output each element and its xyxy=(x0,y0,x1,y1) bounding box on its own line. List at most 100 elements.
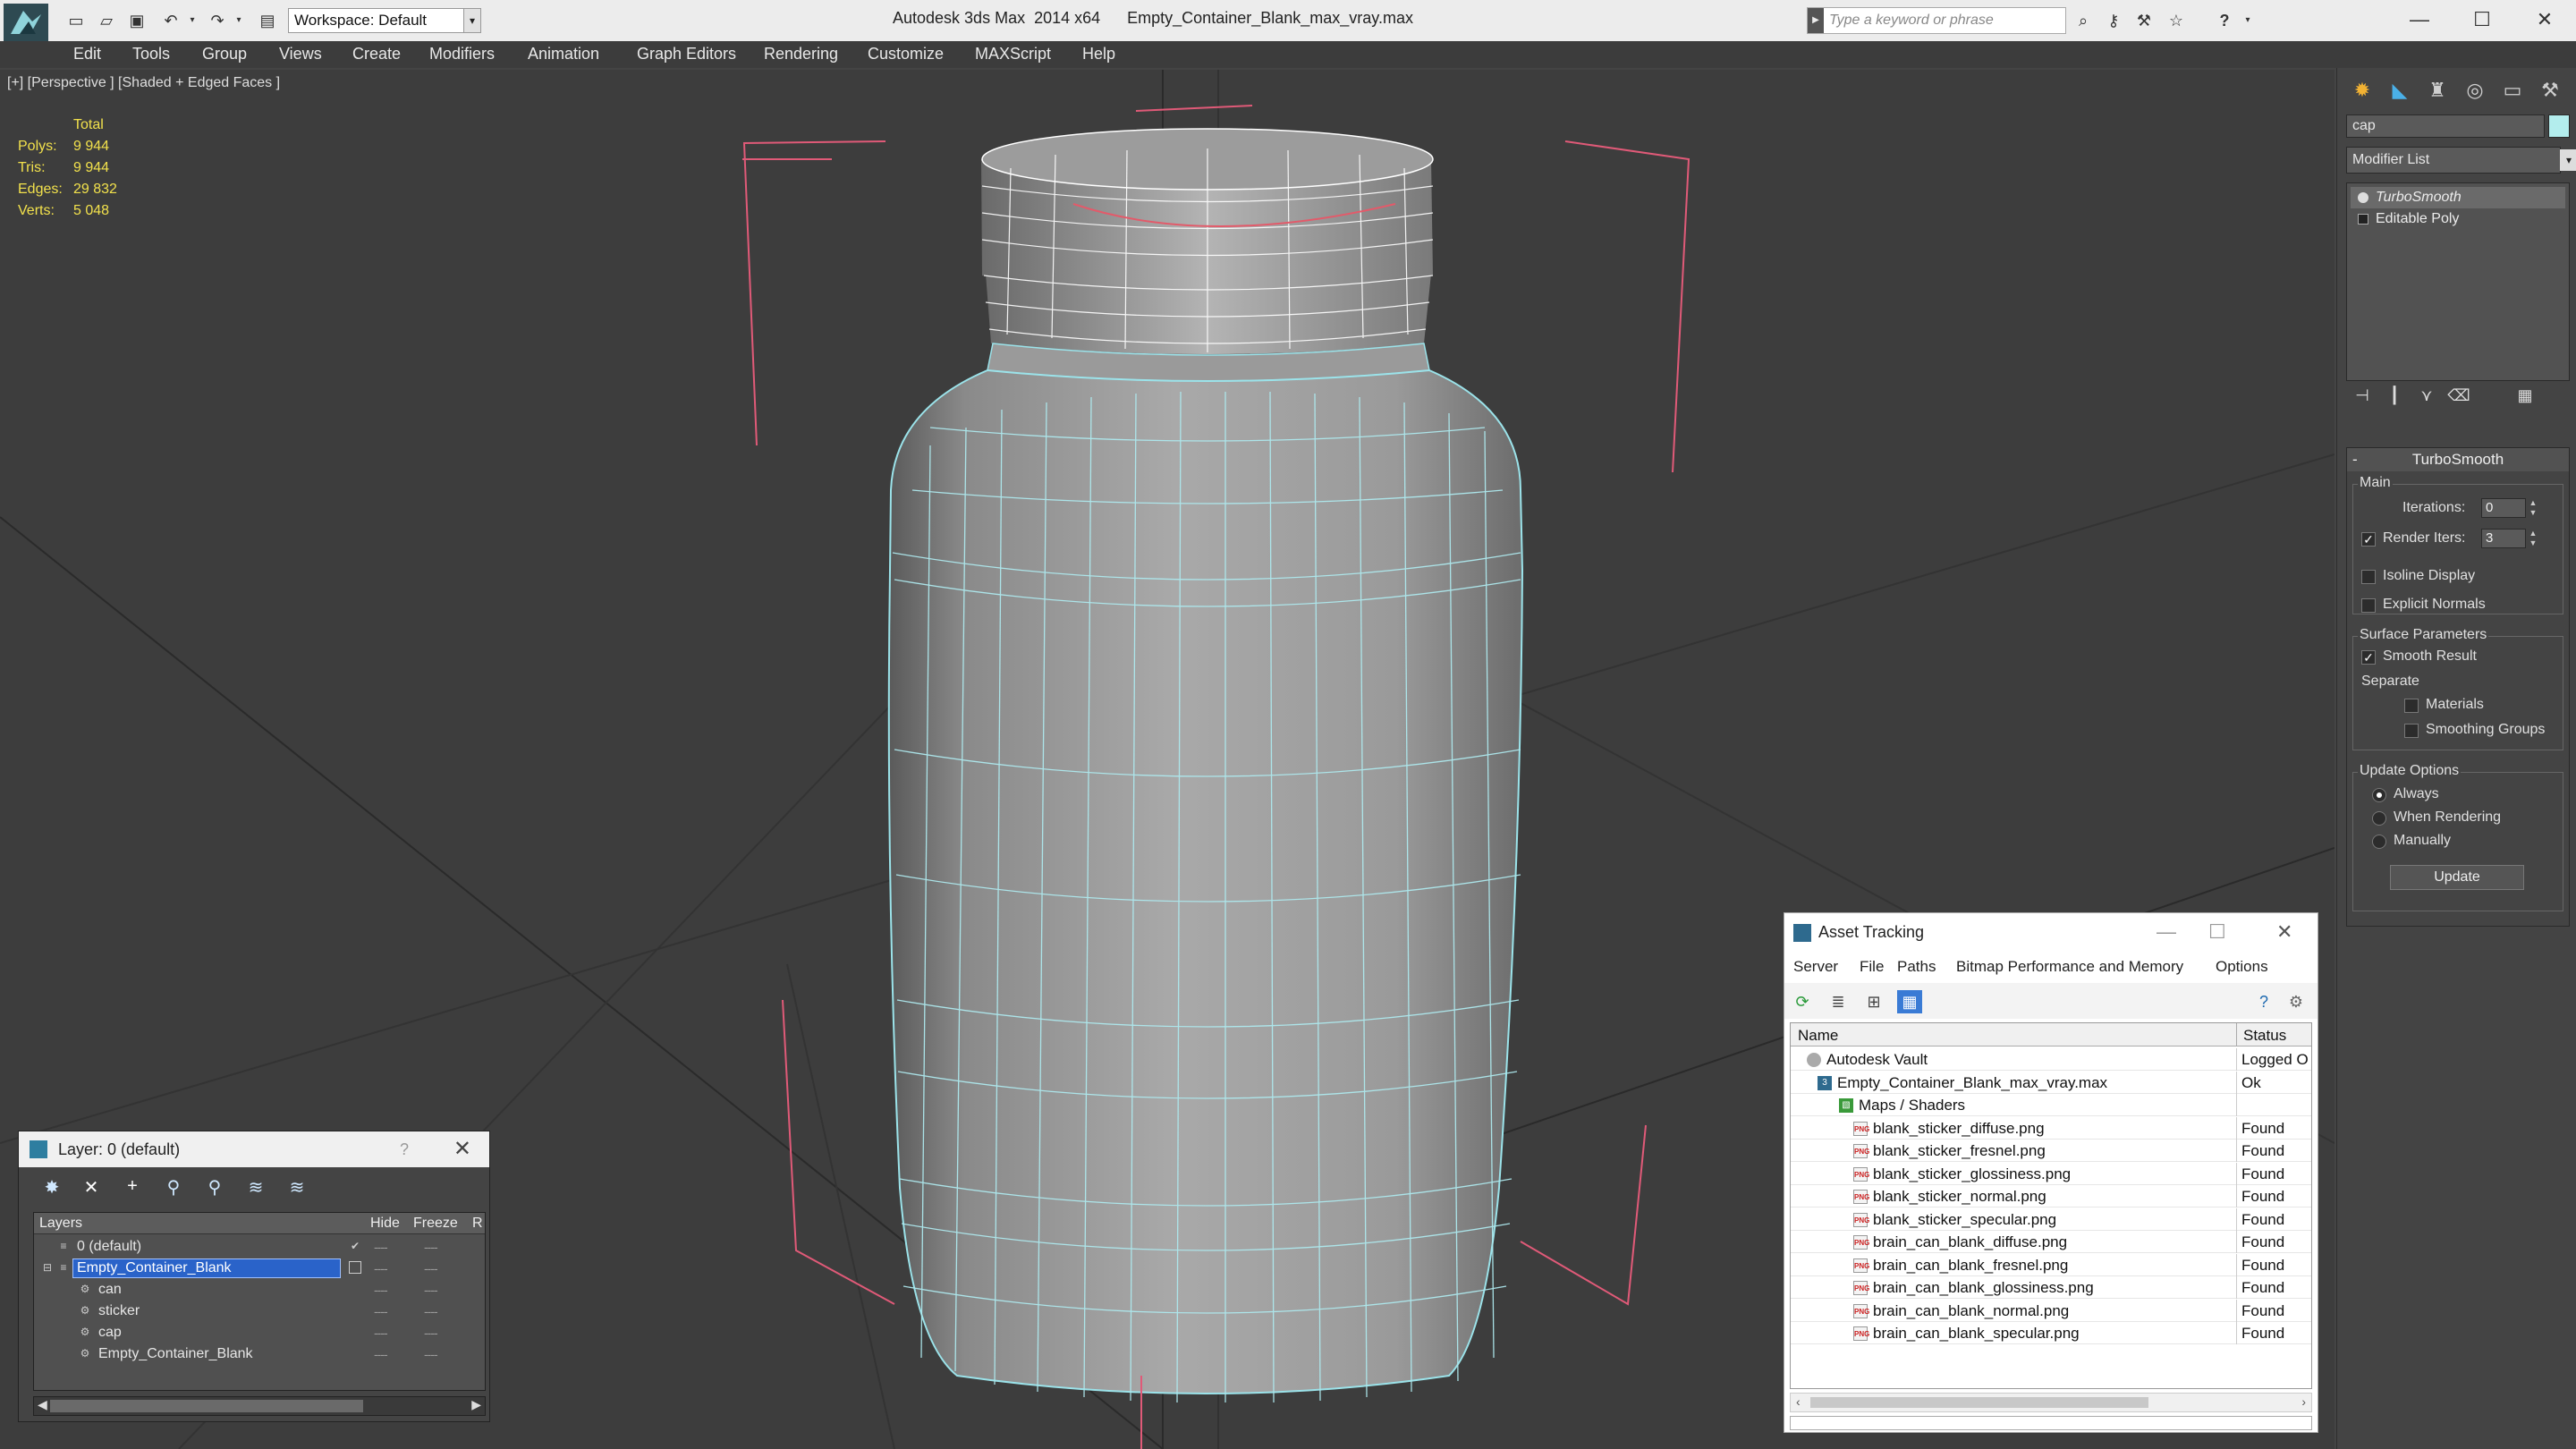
modify-tab-icon[interactable]: ◣ xyxy=(2384,75,2416,106)
manually-radio[interactable] xyxy=(2372,835,2386,849)
isoline-display-checkbox[interactable] xyxy=(2361,570,2376,584)
render-iters-spinner[interactable]: 3 xyxy=(2481,529,2526,548)
layer-row[interactable]: ≡ 0 (default) ✔ ---- ---- xyxy=(34,1236,485,1258)
hierarchy-tab-icon[interactable]: ♜ xyxy=(2421,75,2453,106)
close-button[interactable]: ✕ xyxy=(2513,4,2576,36)
maximize-button[interactable]: ☐ xyxy=(2208,913,2226,951)
horizontal-scrollbar[interactable]: ◀ ▶ xyxy=(33,1396,486,1416)
app-logo-icon[interactable] xyxy=(4,4,48,41)
freeze-toggle[interactable]: ---- xyxy=(424,1301,438,1322)
open-file-icon[interactable]: ▱ xyxy=(95,11,118,30)
show-end-result-icon[interactable]: ┃ xyxy=(2378,386,2411,405)
hide-toggle[interactable]: ---- xyxy=(374,1343,388,1365)
menu-edit[interactable]: Edit xyxy=(73,45,101,64)
create-tab-icon[interactable]: ✹ xyxy=(2346,75,2378,106)
column-status[interactable]: Status xyxy=(2243,1027,2286,1045)
column-hide[interactable]: Hide xyxy=(370,1216,400,1232)
menu-maxscript[interactable]: MAXScript xyxy=(975,45,1051,64)
materials-checkbox[interactable] xyxy=(2404,699,2419,713)
freeze-toggle[interactable]: ---- xyxy=(424,1279,438,1301)
key-icon[interactable]: ⚷ xyxy=(2102,11,2125,30)
asset-row[interactable]: PNG blank_sticker_diffuse.png Found xyxy=(1791,1116,2311,1140)
motion-tab-icon[interactable]: ◎ xyxy=(2459,75,2491,106)
search-input[interactable]: ▶ Type a keyword or phrase xyxy=(1807,7,2066,34)
binoculars-icon[interactable]: ⌕ xyxy=(2072,11,2095,30)
menu-graph-editors[interactable]: Graph Editors xyxy=(637,45,736,64)
hide-toggle[interactable]: ---- xyxy=(374,1301,388,1322)
hide-toggle[interactable]: ---- xyxy=(374,1322,388,1343)
expand-icon[interactable]: ⊟ xyxy=(41,1261,54,1274)
menu-rendering[interactable]: Rendering xyxy=(764,45,838,64)
help-icon[interactable]: ? xyxy=(2251,990,2276,1013)
redo-dropdown-icon[interactable]: ▾ xyxy=(227,11,250,30)
scrollbar-thumb[interactable] xyxy=(1810,1397,2148,1408)
asset-row[interactable]: PNG blank_sticker_fresnel.png Found xyxy=(1791,1140,2311,1162)
asset-row[interactable]: 3 Empty_Container_Blank_max_vray.max Ok xyxy=(1791,1071,2311,1094)
maximize-button[interactable]: ☐ xyxy=(2451,4,2513,36)
layer-row[interactable]: ⚙ can ---- ---- xyxy=(34,1279,485,1301)
asset-row[interactable]: PNG blank_sticker_specular.png Found xyxy=(1791,1208,2311,1231)
layer-row[interactable]: ⚙ Empty_Container_Blank ---- ---- xyxy=(34,1343,485,1365)
freeze-toggle[interactable]: ---- xyxy=(424,1322,438,1343)
menu-tools[interactable]: Tools xyxy=(132,45,170,64)
hide-all-icon[interactable]: ≋ xyxy=(242,1176,269,1199)
close-button[interactable]: ✕ xyxy=(453,1131,471,1167)
scrollbar-thumb[interactable] xyxy=(50,1400,363,1412)
configure-sets-icon[interactable]: ▦ xyxy=(2509,386,2541,405)
update-button[interactable]: Update xyxy=(2390,865,2524,890)
freeze-toggle[interactable]: ---- xyxy=(424,1343,438,1365)
asset-row[interactable]: Autodesk Vault Logged O xyxy=(1791,1048,2311,1071)
create-layer-icon[interactable]: ✸ xyxy=(38,1176,65,1199)
menu-group[interactable]: Group xyxy=(202,45,247,64)
asset-row[interactable]: PNG brain_can_blank_normal.png Found xyxy=(1791,1299,2311,1322)
menu-file[interactable]: File xyxy=(1860,958,1884,976)
list-view-icon[interactable]: ≣ xyxy=(1826,990,1851,1013)
explicit-normals-checkbox[interactable] xyxy=(2361,598,2376,613)
checkmark-icon[interactable]: ✔ xyxy=(349,1240,361,1252)
lightbulb-icon[interactable] xyxy=(2358,192,2368,203)
minimize-button[interactable]: — xyxy=(2157,913,2176,951)
pin-stack-icon[interactable]: ⊣ xyxy=(2346,386,2378,405)
modifier-list-dropdown[interactable]: Modifier List ▾ xyxy=(2346,147,2576,174)
project-folder-icon[interactable]: ▤ xyxy=(256,11,279,30)
refresh-icon[interactable]: ⟳ xyxy=(1790,990,1815,1013)
menu-paths[interactable]: Paths xyxy=(1897,958,1936,976)
menu-customize[interactable]: Customize xyxy=(868,45,944,64)
freeze-toggle[interactable]: ---- xyxy=(424,1258,438,1279)
menu-animation[interactable]: Animation xyxy=(528,45,599,64)
scroll-left-icon[interactable]: ◀ xyxy=(38,1397,47,1412)
help-button[interactable]: ? xyxy=(400,1131,409,1167)
add-to-layer-icon[interactable]: + xyxy=(119,1176,146,1199)
minimize-button[interactable]: — xyxy=(2388,4,2451,36)
highlight-layer-icon[interactable]: ⚲ xyxy=(201,1176,228,1199)
menu-modifiers[interactable]: Modifiers xyxy=(429,45,495,64)
utilities-tab-icon[interactable]: ⚒ xyxy=(2534,75,2566,106)
asset-row[interactable]: PNG blank_sticker_normal.png Found xyxy=(1791,1185,2311,1208)
asset-row[interactable]: PNG brain_can_blank_glossiness.png Found xyxy=(1791,1276,2311,1299)
scroll-right-icon[interactable]: ▶ xyxy=(471,1397,481,1412)
close-button[interactable]: ✕ xyxy=(2276,913,2292,951)
menu-options[interactable]: Options xyxy=(2216,958,2268,976)
hide-toggle[interactable]: ---- xyxy=(374,1236,388,1258)
column-name[interactable]: Name xyxy=(1798,1027,1838,1045)
object-color-swatch[interactable] xyxy=(2548,114,2570,138)
play-icon[interactable]: ▶ xyxy=(1808,8,1824,33)
workspace-dropdown-button[interactable]: ▾ xyxy=(463,8,481,33)
undo-dropdown-icon[interactable]: ▾ xyxy=(181,11,204,30)
delete-layer-icon[interactable]: ✕ xyxy=(78,1176,105,1199)
menu-views[interactable]: Views xyxy=(279,45,322,64)
rollout-title[interactable]: - TurboSmooth xyxy=(2347,448,2569,471)
workspace-selector[interactable]: Workspace: Default ▾ xyxy=(288,8,478,33)
viewport-label[interactable]: [+] [Perspective ] [Shaded + Edged Faces… xyxy=(7,75,280,91)
freeze-toggle[interactable]: ---- xyxy=(424,1236,438,1258)
redo-icon[interactable]: ↷ xyxy=(206,11,229,30)
layer-row[interactable]: ⚙ cap ---- ---- xyxy=(34,1322,485,1343)
current-layer-icon[interactable] xyxy=(349,1261,361,1274)
select-objects-icon[interactable]: ⚲ xyxy=(160,1176,187,1199)
asset-row[interactable]: PNG brain_can_blank_fresnel.png Found xyxy=(1791,1253,2311,1276)
asset-dialog-titlebar[interactable]: Asset Tracking — ☐ ✕ xyxy=(1784,913,2318,951)
asset-row[interactable]: ▧ Maps / Shaders xyxy=(1791,1094,2311,1116)
horizontal-scrollbar[interactable]: ‹ › xyxy=(1790,1393,2312,1412)
make-unique-icon[interactable]: ⋎ xyxy=(2411,386,2443,405)
column-layers[interactable]: Layers xyxy=(39,1216,82,1232)
